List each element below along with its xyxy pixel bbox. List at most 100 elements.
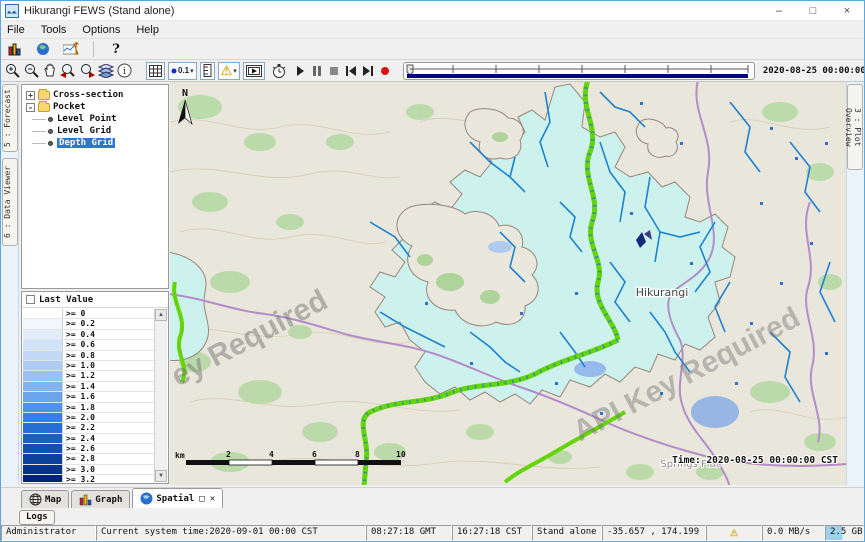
legend-row[interactable]: >= 1.4: [23, 382, 154, 392]
tree-item-label-selected: Depth Grid: [57, 138, 115, 148]
legend-row[interactable]: >= 2.4: [23, 434, 154, 444]
status-local-time: 16:27:18 CST: [452, 525, 532, 541]
map-view[interactable]: ey Required API Key Required Hikurangi S…: [170, 82, 846, 485]
contour-interval-dropdown[interactable]: 0.1 ▾: [168, 62, 197, 80]
step-back-button[interactable]: [344, 62, 358, 80]
legend-row[interactable]: >= 1.8: [23, 403, 154, 413]
close-button[interactable]: ×: [830, 1, 864, 20]
chart-export-icon[interactable]: [61, 40, 81, 58]
menu-options[interactable]: Options: [82, 24, 120, 36]
legend-row[interactable]: >= 2.8: [23, 454, 154, 464]
play-button[interactable]: [293, 62, 307, 80]
legend-row[interactable]: >= 3.0: [23, 465, 154, 475]
step-forward-button[interactable]: [361, 62, 375, 80]
tab-plot-overview[interactable]: 3 : Plot Overview: [847, 84, 863, 170]
filter-tree: + Cross-section - Pocket Level Point Lev…: [21, 84, 169, 289]
zoom-next-icon[interactable]: [79, 62, 95, 80]
zoom-previous-icon[interactable]: [60, 62, 76, 80]
tree-item-label: Level Point: [57, 114, 117, 124]
logs-button[interactable]: Logs: [19, 510, 55, 525]
last-value-checkbox[interactable]: [26, 295, 35, 304]
chevron-down-icon: ▾: [233, 67, 237, 75]
legend-row[interactable]: >= 1.0: [23, 361, 154, 371]
legend-row[interactable]: >= 2.0: [23, 413, 154, 423]
pan-hand-icon[interactable]: [43, 62, 57, 80]
legend-class-label: >= 2.4: [63, 434, 154, 443]
menu-file[interactable]: File: [7, 24, 25, 36]
legend-scrollbar[interactable]: ▲ ▼: [154, 309, 167, 482]
town-label: Hikurangi: [636, 286, 689, 299]
tree-item-level-point[interactable]: Level Point: [22, 113, 168, 125]
legend-color-swatch: [23, 475, 63, 482]
legend-row[interactable]: >= 1.2: [23, 371, 154, 381]
status-system-time: Current system time:2020-09-01 00:00 CST: [96, 525, 366, 541]
legend-color-swatch: [23, 392, 63, 401]
tab-forecast[interactable]: 5 : Forecast: [2, 84, 18, 152]
tree-item-pocket[interactable]: - Pocket: [22, 101, 168, 113]
tree-item-level-grid[interactable]: Level Grid: [22, 125, 168, 137]
status-mode: Stand alone: [532, 525, 602, 541]
legend-class-label: >= 3.2: [63, 475, 154, 482]
legend-color-swatch: [23, 444, 63, 453]
node-dot-icon: [48, 117, 53, 122]
legend-row[interactable]: >= 0.4: [23, 330, 154, 340]
help-button[interactable]: ?: [106, 40, 126, 58]
animation-window-button[interactable]: [243, 62, 265, 80]
scale-legend-button[interactable]: [200, 62, 215, 80]
stop-button[interactable]: [327, 62, 341, 80]
maximize-tab-icon[interactable]: □: [199, 494, 204, 504]
left-dock-strip: 5 : Forecast 6 : Data Viewer: [1, 82, 19, 485]
status-warning-icon[interactable]: ⚠: [706, 525, 762, 541]
svg-text:10: 10: [396, 450, 406, 459]
menu-tools[interactable]: Tools: [41, 24, 67, 36]
scroll-up-icon[interactable]: ▲: [155, 309, 167, 321]
record-button[interactable]: [378, 62, 392, 80]
status-bar: Administrator Current system time:2020-0…: [1, 525, 864, 541]
zoom-out-icon[interactable]: [24, 62, 40, 80]
legend-color-swatch: [23, 309, 63, 318]
collapse-icon[interactable]: -: [26, 103, 35, 112]
folder-icon: [38, 103, 50, 112]
toolbar-separator: [93, 41, 94, 57]
legend-class-label: >= 2.6: [63, 444, 154, 453]
tree-item-cross-section[interactable]: + Cross-section: [22, 89, 168, 101]
status-download-speed: 0.0 MB/s: [762, 525, 825, 541]
tree-item-depth-grid[interactable]: Depth Grid: [22, 137, 168, 149]
tab-spatial[interactable]: Spatial □ ✕: [132, 488, 223, 508]
tab-map[interactable]: Map: [21, 490, 69, 508]
legend-row[interactable]: >= 2.2: [23, 423, 154, 433]
legend-row[interactable]: >= 0.8: [23, 351, 154, 361]
current-timestep-label: 2020-08-25 00:00:00 CST: [763, 66, 865, 76]
maximize-button[interactable]: □: [796, 1, 830, 20]
legend-panel: Last Value >= 0>= 0.2>= 0.4>= 0.6>= 0.8>…: [21, 291, 169, 484]
layers-icon[interactable]: [98, 62, 114, 80]
right-dock-strip: 3 : Plot Overview: [846, 82, 864, 485]
legend-row[interactable]: >= 3.2: [23, 475, 154, 482]
menu-help[interactable]: Help: [136, 24, 159, 36]
minimize-button[interactable]: –: [762, 1, 796, 20]
legend-row[interactable]: >= 0.2: [23, 319, 154, 329]
map-canvas: ey Required API Key Required Hikurangi S…: [170, 82, 846, 485]
database-icon[interactable]: [5, 40, 25, 58]
close-tab-icon[interactable]: ✕: [210, 494, 215, 504]
tab-data-viewer[interactable]: 6 : Data Viewer: [2, 158, 18, 246]
legend-row[interactable]: >= 0.6: [23, 340, 154, 350]
legend-row[interactable]: >= 0: [23, 309, 154, 319]
legend-class-label: >= 0: [63, 309, 154, 318]
tab-graph[interactable]: Graph: [71, 490, 130, 508]
legend-row[interactable]: >= 2.6: [23, 444, 154, 454]
scroll-down-icon[interactable]: ▼: [155, 470, 167, 482]
pause-button[interactable]: [310, 62, 324, 80]
legend-row[interactable]: >= 1.6: [23, 392, 154, 402]
info-icon[interactable]: i: [117, 62, 132, 80]
svg-text:8: 8: [355, 450, 360, 459]
legend-class-label: >= 1.4: [63, 382, 154, 391]
time-slider[interactable]: [403, 62, 755, 80]
warning-threshold-dropdown[interactable]: ⚠ ▾: [218, 62, 240, 80]
globe-icon[interactable]: [33, 40, 53, 58]
stopwatch-icon[interactable]: [271, 62, 287, 80]
grid-toggle-button[interactable]: [146, 62, 165, 80]
expand-icon[interactable]: +: [26, 91, 35, 100]
legend-class-label: >= 1.8: [63, 403, 154, 412]
zoom-in-icon[interactable]: [5, 62, 21, 80]
